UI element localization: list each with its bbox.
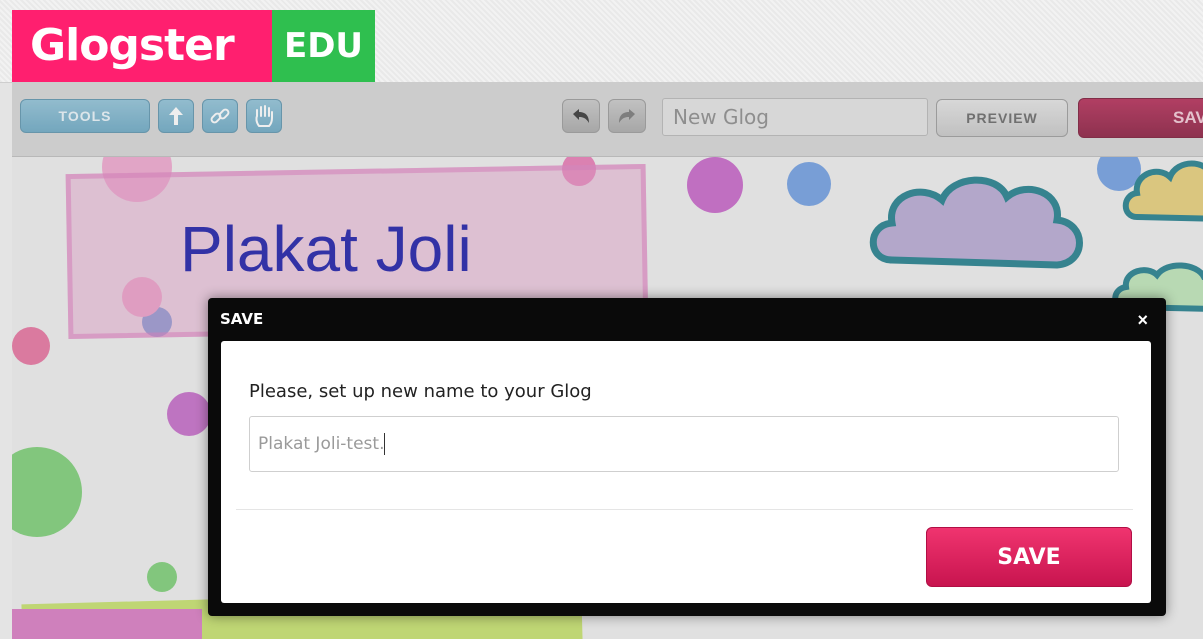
text-caret [384, 433, 386, 455]
save-dialog: SAVE × Please, set up new name to your G… [208, 298, 1166, 616]
logo-edu: EDU [272, 10, 375, 82]
dialog-divider [236, 509, 1133, 510]
glog-name-input[interactable]: Plakat Joli-test. [249, 416, 1119, 472]
dialog-prompt: Please, set up new name to your Glog [249, 381, 592, 402]
save-button[interactable]: SAVE [926, 527, 1132, 587]
logo-glogster[interactable]: Glogster [12, 10, 272, 82]
dialog-title: SAVE [220, 310, 264, 328]
brand-bar: Glogster EDU [0, 0, 1203, 83]
glog-name-input-value: Plakat Joli-test. [258, 434, 385, 454]
dialog-body: Please, set up new name to your Glog Pla… [221, 341, 1151, 603]
close-icon[interactable]: × [1137, 310, 1148, 331]
